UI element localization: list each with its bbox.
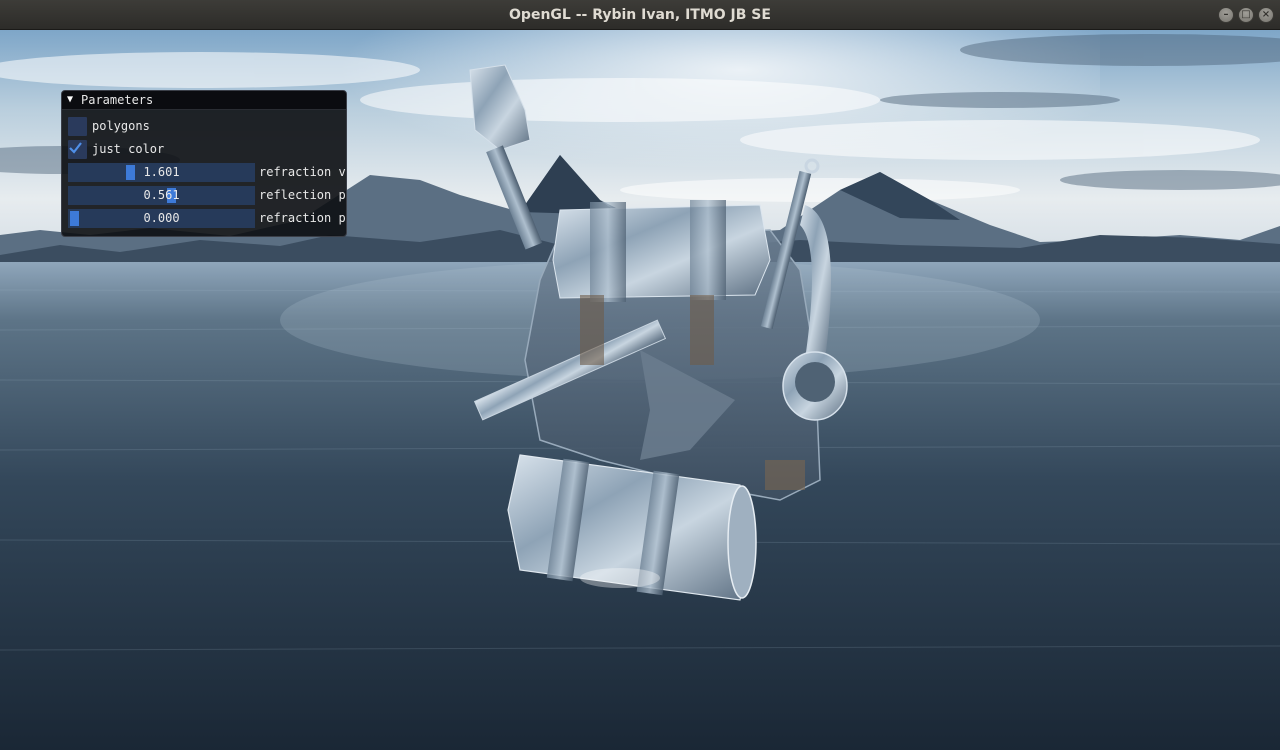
- checkbox-box[interactable]: [68, 140, 87, 159]
- slider-track[interactable]: 0.561: [68, 186, 255, 205]
- close-icon[interactable]: ×: [1258, 7, 1274, 23]
- checkbox-box[interactable]: [68, 117, 87, 136]
- slider-track[interactable]: 1.601: [68, 163, 255, 182]
- triangle-down-icon[interactable]: ▼: [67, 93, 73, 107]
- checkbox-label: polygons: [92, 119, 150, 133]
- slider-label: reflection p: [259, 188, 346, 202]
- window-titlebar[interactable]: OpenGL -- Rybin Ivan, ITMO JB SE – □ ×: [0, 0, 1280, 30]
- panel-title: Parameters: [81, 93, 154, 107]
- slider-value: 0.561: [143, 188, 180, 202]
- slider-label: refraction p: [259, 211, 346, 225]
- parameters-panel[interactable]: ▼ Parameters polygons just color 1.601 r…: [61, 90, 347, 237]
- slider-track[interactable]: 0.000: [68, 209, 255, 228]
- panel-header[interactable]: ▼ Parameters: [62, 91, 346, 110]
- checkbox-label: just color: [92, 142, 165, 156]
- slider-value: 0.000: [143, 211, 180, 225]
- checkmark-icon: [69, 142, 82, 154]
- gl-viewport[interactable]: ▼ Parameters polygons just color 1.601 r…: [0, 30, 1280, 750]
- minimize-icon[interactable]: –: [1218, 7, 1234, 23]
- slider-value: 1.601: [143, 165, 180, 179]
- slider-label: refraction v: [259, 165, 346, 179]
- window-title: OpenGL -- Rybin Ivan, ITMO JB SE: [509, 7, 771, 23]
- maximize-icon[interactable]: □: [1238, 7, 1254, 23]
